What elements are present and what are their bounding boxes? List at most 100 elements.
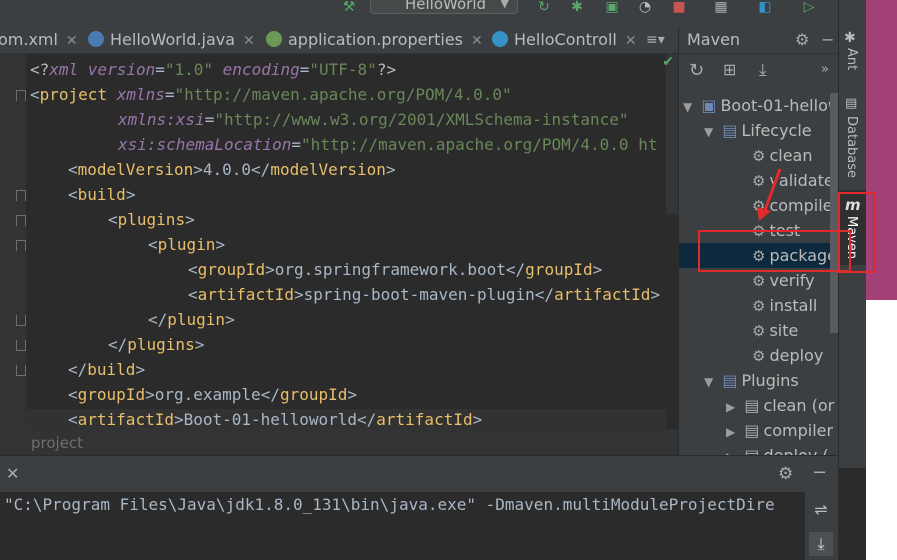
lifecycle-goal-site[interactable]: ⚙ site [752, 318, 798, 343]
expand-arrow-icon[interactable]: ▼ [704, 125, 713, 139]
background-window-white [866, 300, 897, 560]
code-editor[interactable]: ✔ <?xml version="1.0" encoding="UTF-8"?>… [26, 54, 678, 429]
annotation-highlight-box [838, 192, 875, 273]
breadcrumb[interactable]: project [0, 429, 678, 455]
close-icon[interactable]: ✕ [471, 33, 483, 49]
scroll-to-end-icon[interactable]: ⤓ [809, 532, 833, 556]
collapse-arrow-icon[interactable]: ▶ [726, 425, 735, 439]
run-icon[interactable]: ↻ [535, 0, 553, 14]
maven-panel-title: Maven [687, 30, 741, 49]
console-output[interactable]: "C:\Program Files\Java\jdk1.8.0_131\bin\… [0, 492, 805, 560]
side-tab-ant[interactable]: Ant [844, 48, 859, 70]
editor-scrollbar[interactable] [666, 54, 678, 214]
code-line: </plugin> [148, 310, 235, 329]
code-line: xmlns:xsi="http://www.w3.org/2001/XMLSch… [118, 110, 629, 129]
code-line: <groupId>org.springframework.boot</group… [188, 260, 603, 279]
reload-icon[interactable]: ↻ [689, 60, 704, 81]
gear-icon: ⚙ [752, 297, 766, 315]
project-structure-icon[interactable]: ▦ [712, 0, 730, 14]
code-line: <plugins> [108, 210, 195, 229]
fold-end-icon[interactable] [16, 340, 26, 351]
tab-hellocontroller[interactable]: HelloControll ✕ [492, 27, 637, 53]
gear-icon[interactable]: ⚙ [778, 464, 793, 484]
fold-marker-icon[interactable] [16, 190, 26, 201]
tab-pom-xml[interactable]: om.xml ✕ [0, 27, 78, 53]
code-line: <groupId>org.example</groupId> [68, 385, 358, 404]
code-line: <project xmlns="http://maven.apache.org/… [30, 85, 512, 104]
plugin-icon: ▤ [744, 421, 760, 440]
tab-list-menu-icon[interactable]: ≡▾ [646, 27, 665, 53]
maven-project-node[interactable]: ▼ ▣ Boot-01-hellow [683, 93, 838, 118]
download-icon[interactable]: ⤓ [759, 60, 767, 80]
close-icon[interactable]: ✕ [66, 33, 78, 49]
plugins-node[interactable]: ▼ ▤ Plugins [704, 368, 799, 393]
run-config-label: HelloWorld [405, 0, 487, 13]
tab-label: HelloWorld.java [110, 30, 236, 49]
lifecycle-goal-install[interactable]: ⚙ install [752, 293, 817, 318]
gear-icon: ⚙ [752, 272, 766, 290]
main-toolbar: ⚒ HelloWorld ▼ ↻ ✱ ▣ ◔ ■ ▦ ◧ ▷ [0, 0, 838, 27]
editor-tab-bar: om.xml ✕ HelloWorld.java ✕ application.pro… [0, 27, 678, 54]
expand-arrow-icon[interactable]: ▼ [683, 100, 692, 114]
fold-marker-icon[interactable] [16, 215, 26, 226]
plugin-node[interactable]: ▶ ▤deploy ( [726, 443, 829, 455]
close-icon[interactable]: ✕ [6, 464, 19, 483]
collapse-arrow-icon[interactable]: ▶ [726, 450, 735, 455]
run-panel-header: ✕ ⚙ − [0, 456, 838, 492]
console-side-toolbar: ⇌ ⤓ [805, 492, 838, 560]
lifecycle-node[interactable]: ▼ ▤ Lifecycle [704, 118, 812, 143]
tab-helloworld-java[interactable]: HelloWorld.java ✕ [88, 27, 255, 53]
checkmark-icon: ✔ [662, 54, 674, 70]
run-anything-icon[interactable]: ▷ [800, 0, 818, 14]
editor-gutter [0, 54, 26, 429]
fold-end-icon[interactable] [16, 365, 26, 376]
fold-end-icon[interactable] [16, 315, 26, 326]
minimize-icon[interactable]: − [812, 462, 827, 483]
maven-module-icon: ▣ [701, 96, 717, 115]
gear-icon: ⚙ [752, 322, 766, 340]
side-tab-database[interactable]: Database [844, 116, 859, 178]
plugin-node[interactable]: ▶ ▤ compiler [726, 418, 833, 443]
gear-icon: ⚙ [752, 147, 766, 165]
tab-application-properties[interactable]: application.properties ✕ [266, 27, 483, 53]
soft-wrap-icon[interactable]: ⇌ [811, 500, 831, 522]
debug-icon[interactable]: ✱ [568, 0, 586, 14]
minimize-icon[interactable]: − [821, 27, 834, 53]
code-line: <artifactId>Boot-01-helloworld</artifact… [68, 410, 483, 429]
fold-marker-icon[interactable] [16, 240, 26, 251]
plugin-icon: ▤ [744, 396, 760, 415]
close-icon[interactable]: ✕ [625, 33, 637, 49]
translate-icon[interactable]: ◧ [756, 0, 774, 14]
lifecycle-goal-deploy[interactable]: ⚙ deploy [752, 343, 823, 368]
maven-scrollbar[interactable] [830, 93, 838, 333]
database-icon: ▤ [845, 96, 858, 111]
coverage-icon[interactable]: ▣ [603, 0, 621, 14]
chevron-down-icon: ▼ [500, 0, 509, 10]
code-line: <artifactId>spring-boot-maven-plugin</ar… [188, 285, 661, 304]
console-line: "C:\Program Files\Java\jdk1.8.0_131\bin\… [4, 495, 775, 514]
code-line: <?xml version="1.0" encoding="UTF-8"?> [30, 60, 397, 79]
profile-icon[interactable]: ◔ [636, 0, 654, 14]
build-hammer-icon[interactable]: ⚒ [340, 0, 358, 14]
run-configuration-selector[interactable]: HelloWorld ▼ [370, 0, 518, 14]
fold-marker-icon[interactable] [16, 90, 26, 101]
java-class-icon [88, 31, 104, 47]
more-icon[interactable]: » [821, 62, 829, 77]
java-class-icon [492, 31, 508, 47]
stop-icon[interactable]: ■ [670, 0, 688, 14]
collapse-arrow-icon[interactable]: ▶ [726, 400, 735, 414]
folder-gear-icon: ▤ [722, 121, 738, 140]
tab-label: om.xml [0, 30, 58, 49]
gear-icon[interactable]: ⚙ [795, 27, 809, 53]
annotation-highlight-box [698, 230, 851, 272]
close-icon[interactable]: ✕ [243, 33, 255, 49]
plugin-node[interactable]: ▶ ▤ clean (or [726, 393, 834, 418]
gear-icon: ⚙ [752, 347, 766, 365]
expand-arrow-icon[interactable]: ▼ [704, 375, 713, 389]
plugin-icon: ▤ [744, 446, 759, 455]
code-line: </plugins> [108, 335, 205, 354]
add-project-icon[interactable]: ⊞ [723, 60, 736, 79]
code-line: <plugin> [148, 235, 226, 254]
code-line: <modelVersion>4.0.0</modelVersion> [68, 160, 396, 179]
code-line: xsi:schemaLocation="http://maven.apache.… [118, 135, 658, 154]
